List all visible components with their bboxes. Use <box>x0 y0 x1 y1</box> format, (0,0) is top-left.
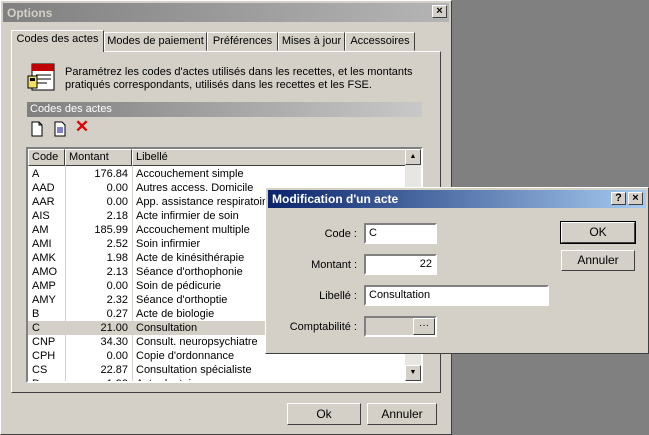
modif-ok-button[interactable]: OK <box>560 221 636 244</box>
modification-title-bar[interactable]: Modification d'un acte ? × <box>268 190 646 208</box>
row-montant: 185.99 <box>94 224 128 236</box>
tab-preferences[interactable]: Préférences <box>207 32 278 51</box>
row-montant: 22.87 <box>100 364 128 376</box>
section-header: Codes des actes <box>27 102 422 117</box>
row-code: CS <box>32 364 48 376</box>
row-code: AMK <box>32 252 56 264</box>
row-libelle: Consultation spécialiste <box>136 364 252 376</box>
row-code: AMY <box>32 294 56 306</box>
row-montant: 1.92 <box>66 377 128 381</box>
edit-document-icon[interactable] <box>52 121 68 137</box>
delete-icon[interactable]: ✕ <box>74 118 90 136</box>
row-montant: 0.00 <box>106 350 128 362</box>
options-close-button[interactable]: × <box>432 5 447 18</box>
row-montant: 0.27 <box>106 308 128 320</box>
options-title-bar[interactable]: Options × <box>3 3 449 22</box>
modification-dialog: Modification d'un acte ? × Code : C Mont… <box>265 187 649 354</box>
row-montant: 0.00 <box>106 196 128 208</box>
tab-modes-de-paiement[interactable]: Modes de paiement <box>104 32 207 51</box>
codes-settings-icon <box>27 63 55 91</box>
row-code: AM <box>32 224 49 236</box>
montant-field[interactable]: 22 <box>364 254 437 275</box>
row-montant: 0.00 <box>106 182 128 194</box>
row-montant: 2.52 <box>106 238 128 250</box>
comptabilite-label: Comptabilité : <box>289 321 357 333</box>
row-montant: 176.84 <box>94 168 128 180</box>
tab-codes-des-actes[interactable]: Codes des actes <box>11 30 104 52</box>
row-code: AMO <box>32 266 58 278</box>
tab-accessoires[interactable]: Accessoires <box>345 32 415 51</box>
ok-button[interactable]: Ok <box>287 403 361 425</box>
modification-title: Modification d'un acte <box>272 192 399 206</box>
row-libelle: Accouchement simple <box>136 168 244 180</box>
row-libelle: Acte dentaire <box>136 377 406 381</box>
table-row[interactable]: CS 22.87 Consultation spécialiste <box>28 363 405 377</box>
row-montant: 1.98 <box>106 252 128 264</box>
help-button[interactable]: ? <box>611 192 626 205</box>
new-document-icon[interactable] <box>29 121 45 137</box>
row-code: AIS <box>32 210 50 222</box>
modification-close-button[interactable]: × <box>628 192 643 205</box>
column-header-libelle[interactable]: Libellé <box>132 149 406 166</box>
row-code: AMI <box>32 238 52 250</box>
row-montant: 2.18 <box>106 210 128 222</box>
table-row[interactable]: D1.92 Acte dentaire <box>28 377 406 381</box>
row-code: CNP <box>32 336 56 348</box>
scroll-down-button[interactable]: ▼ <box>405 365 421 381</box>
row-code: AMP <box>32 280 56 292</box>
row-code: AAR <box>32 196 55 208</box>
libelle-field[interactable]: Consultation <box>364 285 549 306</box>
codes-description-line1: Paramétrez les codes d'actes utilisés da… <box>65 66 413 78</box>
row-code: CPH <box>32 350 56 362</box>
table-row[interactable]: A 176.84 Accouchement simple <box>28 167 405 181</box>
row-montant: 2.32 <box>106 294 128 306</box>
row-code: B <box>32 308 40 320</box>
row-montant: 21.00 <box>100 322 128 334</box>
code-field[interactable]: C <box>364 223 437 244</box>
column-header-montant[interactable]: Montant <box>65 149 132 166</box>
comptabilite-browse-button[interactable]: ··· <box>413 318 435 335</box>
row-code: AAD <box>32 182 55 194</box>
row-montant: 0.00 <box>106 280 128 292</box>
codes-description-line2: pratiqués correspondants, utilisés dans … <box>65 79 372 91</box>
codes-description: Paramétrez les codes d'actes utilisés da… <box>65 66 415 92</box>
row-code: A <box>32 168 40 180</box>
scroll-up-button[interactable]: ▲ <box>405 149 421 165</box>
row-code: D <box>32 377 66 381</box>
column-header-code[interactable]: Code <box>28 149 65 166</box>
row-montant: 34.30 <box>100 336 128 348</box>
modif-cancel-button[interactable]: Annuler <box>561 250 635 271</box>
libelle-label: Libellé : <box>319 290 357 302</box>
code-label: Code : <box>324 228 357 240</box>
comptabilite-field: ··· <box>364 316 437 337</box>
row-code: C <box>32 322 40 334</box>
montant-label: Montant : <box>311 259 357 271</box>
row-montant: 2.13 <box>106 266 128 278</box>
cancel-button[interactable]: Annuler <box>367 403 437 425</box>
tab-mises-a-jour[interactable]: Mises à jour <box>278 32 345 51</box>
options-title: Options <box>7 6 53 20</box>
